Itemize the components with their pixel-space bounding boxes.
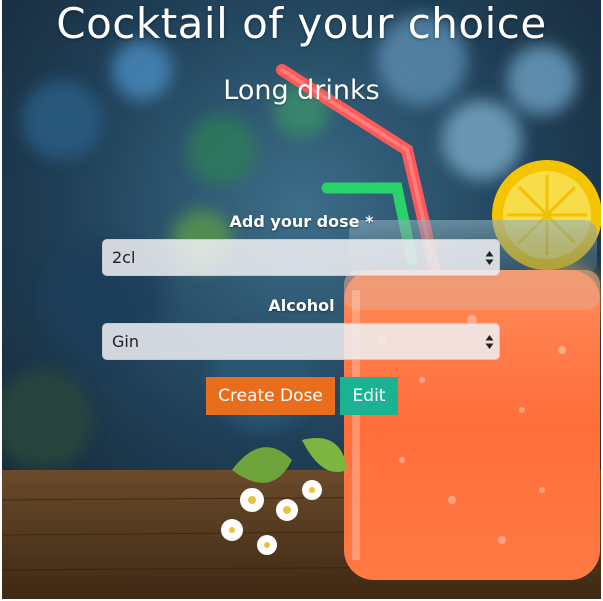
page: Cocktail of your choice Long drinks Add …	[0, 0, 603, 601]
select-arrows-icon	[485, 335, 494, 349]
dose-form: Add your dose * 2cl Alcohol Gin Create D…	[0, 0, 603, 601]
alcohol-select-value: Gin	[112, 332, 139, 351]
dose-label: Add your dose *	[229, 212, 374, 231]
alcohol-label: Alcohol	[268, 296, 335, 315]
dose-select[interactable]: 2cl	[102, 239, 500, 276]
alcohol-select[interactable]: Gin	[102, 323, 500, 360]
select-arrows-icon	[485, 251, 494, 265]
dose-select-value: 2cl	[112, 248, 136, 267]
create-dose-button[interactable]: Create Dose	[206, 377, 335, 415]
edit-button[interactable]: Edit	[340, 377, 398, 415]
